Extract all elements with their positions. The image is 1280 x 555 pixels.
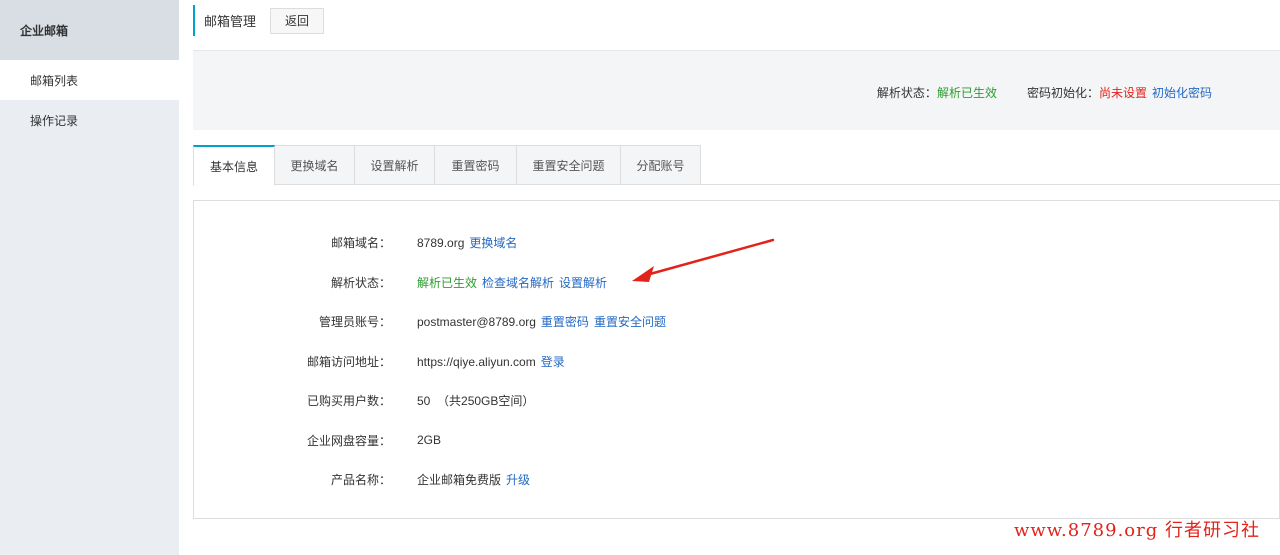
annotation-arrow-icon bbox=[632, 238, 775, 282]
page-header: 邮箱管理 返回 bbox=[193, 5, 325, 36]
info-row-users: 已购买用户数： 50 （共250GB空间） bbox=[194, 390, 534, 410]
set-resolve-link[interactable]: 设置解析 bbox=[559, 276, 607, 290]
reset-security-question-link[interactable]: 重置安全问题 bbox=[594, 315, 666, 329]
tab-basic-info[interactable]: 基本信息 bbox=[193, 145, 275, 186]
tab-change-domain[interactable]: 更换域名 bbox=[275, 145, 355, 185]
check-resolve-link[interactable]: 检查域名解析 bbox=[482, 276, 554, 290]
product-value: 企业邮箱免费版 bbox=[417, 472, 502, 487]
url-value: https://qiye.aliyun.com bbox=[417, 354, 536, 369]
resolve-status-label: 解析状态： bbox=[876, 86, 937, 100]
tab-reset-password[interactable]: 重置密码 bbox=[435, 145, 517, 185]
tab-bar: 基本信息 更换域名 设置解析 重置密码 重置安全问题 分配账号 bbox=[193, 145, 1280, 186]
init-password-link[interactable]: 初始化密码 bbox=[1152, 86, 1212, 100]
sidebar-item-operation-log[interactable]: 操作记录 bbox=[0, 100, 179, 140]
page-title: 邮箱管理 bbox=[204, 14, 257, 29]
tab-assign-account[interactable]: 分配账号 bbox=[621, 145, 701, 185]
sidebar-item-mailbox-list[interactable]: 邮箱列表 bbox=[0, 60, 179, 100]
back-button[interactable]: 返回 bbox=[270, 7, 325, 34]
reset-password-link[interactable]: 重置密码 bbox=[541, 315, 589, 329]
upgrade-link[interactable]: 升级 bbox=[506, 473, 530, 487]
sidebar-title: 企业邮箱 bbox=[0, 0, 179, 60]
info-row-product: 产品名称： 企业邮箱免费版 升级 bbox=[194, 469, 530, 489]
info-label: 管理员账号： bbox=[318, 314, 391, 329]
info-label: 企业网盘容量： bbox=[306, 433, 391, 448]
info-label: 邮箱访问地址： bbox=[306, 354, 391, 369]
tab-set-resolve[interactable]: 设置解析 bbox=[355, 145, 435, 185]
resolve-value: 解析已生效 bbox=[417, 275, 478, 290]
resolve-status-value: 解析已生效 bbox=[936, 86, 997, 100]
info-row-disk: 企业网盘容量： 2GB bbox=[194, 430, 441, 450]
status-band: 解析状态：解析已生效 密码初始化：尚未设置 初始化密码 bbox=[193, 51, 1280, 130]
sidebar: 企业邮箱 邮箱列表 操作记录 bbox=[0, 0, 179, 555]
password-init-value: 尚未设置 bbox=[1098, 86, 1147, 100]
info-row-resolve: 解析状态： 解析已生效 检查域名解析 设置解析 bbox=[194, 272, 607, 292]
info-label: 产品名称： bbox=[330, 472, 391, 487]
change-domain-link[interactable]: 更换域名 bbox=[469, 236, 517, 250]
password-init-label: 密码初始化： bbox=[1026, 86, 1099, 100]
admin-value: postmaster@8789.org bbox=[417, 314, 536, 329]
watermark: www.8789.org 行者研习社 bbox=[1013, 520, 1260, 541]
disk-value: 2GB bbox=[417, 433, 442, 447]
info-row-admin: 管理员账号： postmaster@8789.org 重置密码 重置安全问题 bbox=[194, 311, 666, 331]
info-label: 邮箱域名： bbox=[330, 235, 391, 250]
tab-reset-security-question[interactable]: 重置安全问题 bbox=[517, 145, 621, 185]
info-row-domain: 邮箱域名： 8789.org 更换域名 bbox=[194, 232, 517, 252]
status-row: 解析状态：解析已生效 密码初始化：尚未设置 初始化密码 bbox=[877, 84, 1212, 101]
info-label: 已购买用户数： bbox=[306, 393, 391, 408]
info-row-url: 邮箱访问地址： https://qiye.aliyun.com 登录 bbox=[194, 351, 565, 371]
domain-value: 8789.org bbox=[417, 235, 465, 250]
login-link[interactable]: 登录 bbox=[541, 355, 565, 369]
info-label: 解析状态： bbox=[330, 275, 391, 290]
users-value: 50 （共250GB空间） bbox=[417, 393, 535, 408]
